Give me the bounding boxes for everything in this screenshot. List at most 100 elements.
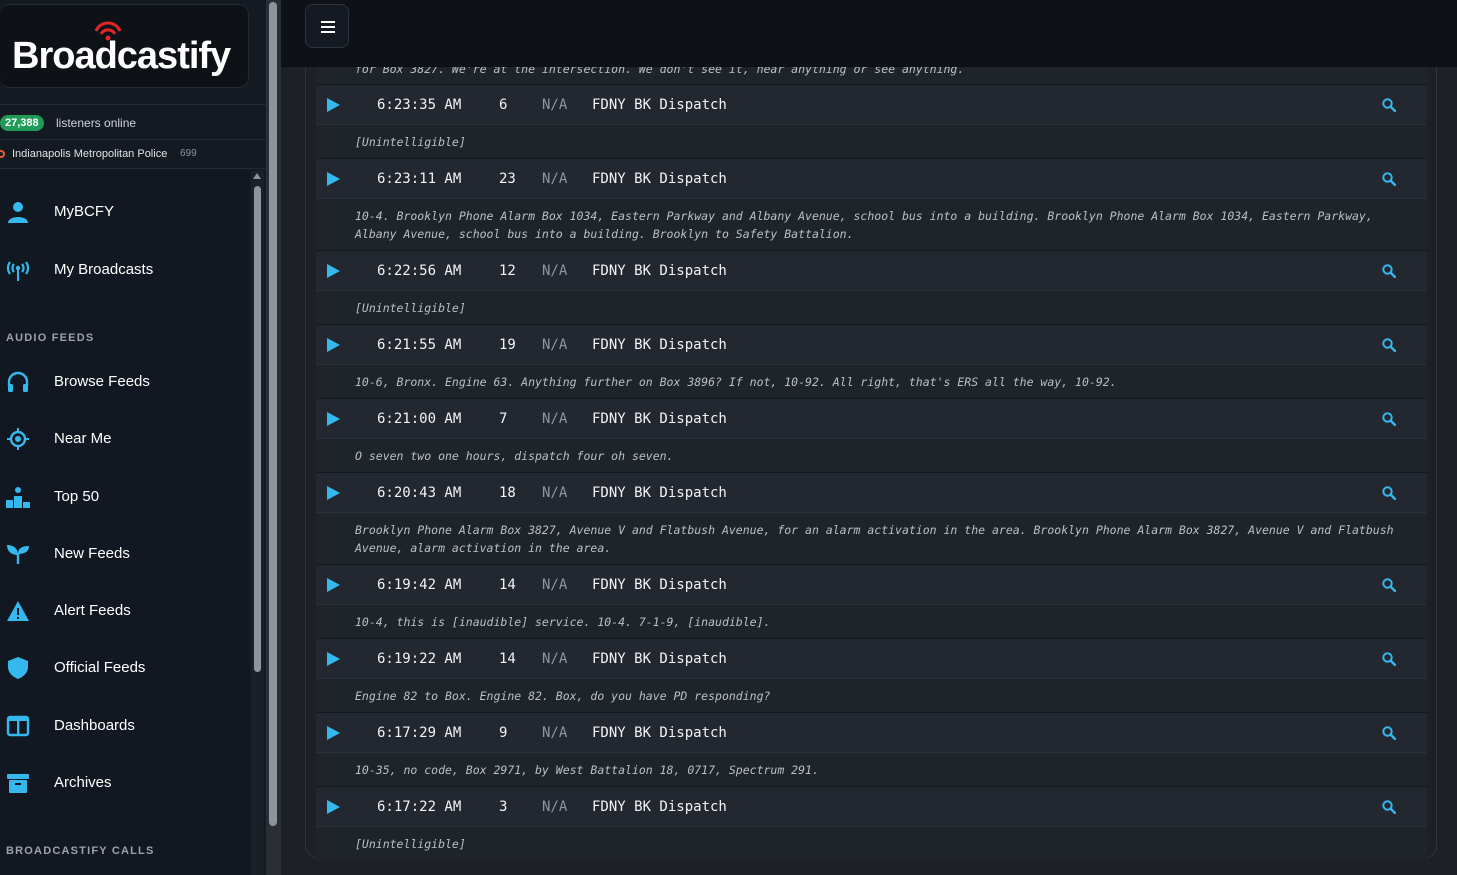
play-icon[interactable] — [327, 652, 340, 666]
page-scrollbar-thumb[interactable] — [269, 2, 277, 826]
call-time: 6:21:00 AM — [377, 411, 462, 427]
call-row[interactable]: 6:23:35 AM 6 N/A FDNY BK Dispatch — [316, 84, 1427, 124]
broadcast-tower-icon — [6, 261, 30, 281]
brand-logo: Broadcastify — [12, 35, 231, 77]
call-duration: 7 — [499, 411, 508, 427]
menu-line — [321, 31, 335, 33]
call-transcript: [Unintelligible] — [316, 290, 1427, 324]
call-row[interactable]: 6:20:43 AM 18 N/A FDNY BK Dispatch — [316, 472, 1427, 512]
trending-feed-name[interactable]: Indianapolis Metropolitan Police — [12, 148, 167, 160]
call-row[interactable]: 6:23:11 AM 23 N/A FDNY BK Dispatch — [316, 158, 1427, 198]
play-icon[interactable] — [327, 98, 340, 112]
call-source: N/A — [542, 97, 568, 113]
call-row[interactable]: 6:17:29 AM 9 N/A FDNY BK Dispatch — [316, 712, 1427, 752]
sidebar-item-label: Archives — [54, 774, 112, 791]
play-icon[interactable] — [327, 726, 340, 740]
search-icon[interactable] — [1382, 578, 1396, 592]
transcript-text: [Unintelligible] — [355, 837, 466, 851]
trending-feed[interactable]: Indianapolis Metropolitan Police 699 — [0, 140, 266, 169]
call-talkgroup[interactable]: FDNY BK Dispatch — [592, 97, 727, 113]
hamburger-menu-button[interactable] — [305, 4, 349, 48]
sidebar-scrollbar-thumb[interactable] — [254, 186, 261, 672]
transcript-text: 10-6, Bronx. Engine 63. Anything further… — [355, 375, 1117, 389]
call-talkgroup[interactable]: FDNY BK Dispatch — [592, 485, 727, 501]
sidebar-item-new-feeds[interactable]: New Feeds — [0, 534, 250, 574]
sidebar-item-label: Near Me — [54, 430, 112, 447]
user-icon — [8, 202, 28, 223]
transcript-text: 10-4. Brooklyn Phone Alarm Box 1034, Eas… — [355, 209, 1373, 241]
search-icon[interactable] — [1382, 172, 1396, 186]
sidebar-item-mybcfy[interactable]: MyBCFY — [0, 192, 250, 232]
sidebar-item-label: Alert Feeds — [54, 602, 131, 619]
transcript-text: 10-4, this is [inaudible] service. 10-4.… — [355, 615, 771, 629]
sidebar-item-alert-feeds[interactable]: Alert Feeds — [0, 591, 250, 631]
logo-panel[interactable]: Broadcastify — [0, 4, 249, 88]
call-talkgroup[interactable]: FDNY BK Dispatch — [592, 411, 727, 427]
sidebar-item-official-feeds[interactable]: Official Feeds — [0, 648, 250, 688]
call-duration: 14 — [499, 651, 516, 667]
call-source: N/A — [542, 799, 568, 815]
sidebar-item-near-me[interactable]: Near Me — [0, 419, 250, 459]
play-icon[interactable] — [327, 486, 340, 500]
live-dot-icon — [0, 150, 5, 158]
call-source: N/A — [542, 263, 568, 279]
call-source: N/A — [542, 411, 568, 427]
call-talkgroup[interactable]: FDNY BK Dispatch — [592, 577, 727, 593]
sidebar-item-browse-feeds[interactable]: Browse Feeds — [0, 362, 250, 402]
warning-icon — [7, 601, 29, 621]
call-row[interactable]: 6:19:42 AM 14 N/A FDNY BK Dispatch — [316, 564, 1427, 604]
call-talkgroup[interactable]: FDNY BK Dispatch — [592, 263, 727, 279]
call-source: N/A — [542, 577, 568, 593]
call-talkgroup[interactable]: FDNY BK Dispatch — [592, 651, 727, 667]
call-duration: 23 — [499, 171, 516, 187]
call-duration: 9 — [499, 725, 508, 741]
shield-icon — [8, 657, 28, 679]
search-icon[interactable] — [1382, 486, 1396, 500]
call-row[interactable]: 6:21:00 AM 7 N/A FDNY BK Dispatch — [316, 398, 1427, 438]
call-talkgroup[interactable]: FDNY BK Dispatch — [592, 337, 727, 353]
call-transcript: 10-4, this is [inaudible] service. 10-4.… — [316, 604, 1427, 638]
call-transcript: 10-6, Bronx. Engine 63. Anything further… — [316, 364, 1427, 398]
menu-line — [321, 21, 335, 23]
call-duration: 18 — [499, 485, 516, 501]
search-icon[interactable] — [1382, 264, 1396, 278]
call-talkgroup[interactable]: FDNY BK Dispatch — [592, 725, 727, 741]
call-talkgroup[interactable]: FDNY BK Dispatch — [592, 799, 727, 815]
listeners-online: 27,388 listeners online — [0, 104, 266, 140]
call-transcript: Engine 82 to Box. Engine 82. Box, do you… — [316, 678, 1427, 712]
search-icon[interactable] — [1382, 338, 1396, 352]
sidebar-item-label: Dashboards — [54, 717, 135, 734]
play-icon[interactable] — [327, 578, 340, 592]
play-icon[interactable] — [327, 172, 340, 186]
search-icon[interactable] — [1382, 726, 1396, 740]
search-icon[interactable] — [1382, 652, 1396, 666]
play-icon[interactable] — [327, 264, 340, 278]
sidebar-item-top-50[interactable]: Top 50 — [0, 477, 250, 517]
call-row[interactable]: 6:19:22 AM 14 N/A FDNY BK Dispatch — [316, 638, 1427, 678]
sidebar-item-my-broadcasts[interactable]: My Broadcasts — [0, 250, 250, 290]
search-icon[interactable] — [1382, 412, 1396, 426]
podium-icon — [6, 487, 30, 508]
search-icon[interactable] — [1382, 800, 1396, 814]
call-time: 6:19:42 AM — [377, 577, 462, 593]
play-icon[interactable] — [327, 412, 340, 426]
call-talkgroup[interactable]: FDNY BK Dispatch — [592, 171, 727, 187]
scroll-up-arrow-icon[interactable] — [253, 173, 261, 179]
call-time: 6:22:56 AM — [377, 263, 462, 279]
call-row[interactable]: 6:22:56 AM 12 N/A FDNY BK Dispatch — [316, 250, 1427, 290]
top-bar — [281, 0, 1457, 67]
play-icon[interactable] — [327, 800, 340, 814]
play-icon[interactable] — [327, 338, 340, 352]
call-row[interactable]: 6:21:55 AM 19 N/A FDNY BK Dispatch — [316, 324, 1427, 364]
call-transcript: 10-4. Brooklyn Phone Alarm Box 1034, Eas… — [316, 198, 1427, 250]
sprout-icon — [7, 545, 29, 564]
sidebar-item-label: My Broadcasts — [54, 261, 154, 278]
section-audio-feeds: AUDIO FEEDS — [6, 332, 95, 344]
trending-feed-count: 699 — [180, 148, 197, 159]
call-row[interactable]: 6:17:22 AM 3 N/A FDNY BK Dispatch — [316, 786, 1427, 826]
search-icon[interactable] — [1382, 98, 1396, 112]
crosshair-icon — [7, 428, 29, 450]
sidebar-item-archives[interactable]: Archives — [0, 763, 250, 803]
sidebar-item-dashboards[interactable]: Dashboards — [0, 706, 250, 746]
transcript-text: O seven two one hours, dispatch four oh … — [355, 449, 674, 463]
